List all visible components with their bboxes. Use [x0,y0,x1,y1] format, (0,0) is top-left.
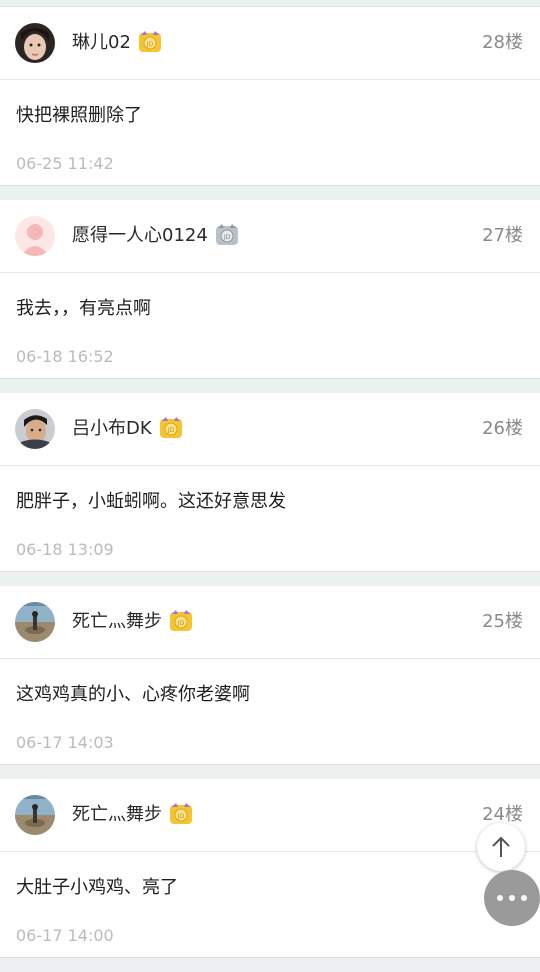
comment-text: 大肚子小鸡鸡、亮了 [16,877,178,898]
comment-time: 06-18 13:09 [16,540,114,559]
badge-label: JD [223,234,231,241]
user-avatar[interactable] [15,795,55,835]
arrow-up-icon [492,836,510,857]
level-badge-icon: JD [159,416,183,439]
username-text: 愿得一人心0124 [72,225,208,246]
username[interactable]: 琳儿02 JD [72,30,162,55]
level-badge-icon: JD [169,609,193,632]
username-text: 琳儿02 [72,32,131,53]
floor-number: 25楼 [482,611,523,632]
comment-header: 琳儿02 JD 28楼 [0,7,540,80]
user-avatar[interactable] [15,602,55,642]
comment-item[interactable]: 吕小布DK JD 26楼 肥胖子，小蚯蚓啊。这还好意思发 06-18 13:09 [0,393,540,572]
badge-label: JD [146,41,154,48]
comment-header: 死亡灬舞步 JD 24楼 [0,779,540,852]
comment-item[interactable]: 琳儿02 JD 28楼 快把裸照删除了 06-25 11:42 [0,7,540,186]
top-divider [0,0,540,7]
floor-number: 27楼 [482,225,523,246]
comment-item[interactable]: 愿得一人心0124 JD 27楼 我去，，有亮点啊 06-18 16:52 [0,200,540,379]
username-text: 吕小布DK [72,418,152,439]
comment-text: 我去，，有亮点啊 [16,298,151,319]
comment-item[interactable]: 死亡灬舞步 JD 25楼 这鸡鸡真的小、心疼你老婆啊 06-17 14:03 [0,586,540,765]
more-dots-icon [497,895,527,901]
scroll-to-top-button[interactable] [477,823,525,871]
floor-number: 28楼 [482,32,523,53]
floor-number: 26楼 [482,418,523,439]
level-badge-icon: JD [138,30,162,53]
comment-feed: 琳儿02 JD 28楼 快把裸照删除了 06-25 11:42 愿得一人心012… [0,0,540,972]
more-options-button[interactable] [484,870,540,926]
username-text: 死亡灬舞步 [72,804,162,825]
badge-label: JD [177,620,185,627]
comment-text: 肥胖子，小蚯蚓啊。这还好意思发 [16,491,286,512]
comment-text: 快把裸照删除了 [16,105,142,126]
badge-label: JD [166,427,174,434]
username[interactable]: 死亡灬舞步 JD [72,609,193,634]
username[interactable]: 愿得一人心0124 JD [72,223,239,248]
user-avatar[interactable] [15,409,55,449]
badge-label: JD [177,813,185,820]
comment-time: 06-17 14:00 [16,926,114,945]
comment-time: 06-17 14:03 [16,733,114,752]
username[interactable]: 吕小布DK JD [72,416,183,441]
comment-header: 死亡灬舞步 JD 25楼 [0,586,540,659]
username-text: 死亡灬舞步 [72,611,162,632]
level-badge-icon: JD [169,802,193,825]
username[interactable]: 死亡灬舞步 JD [72,802,193,827]
level-badge-icon: JD [215,223,239,246]
comment-time: 06-25 11:42 [16,154,114,173]
comment-text: 这鸡鸡真的小、心疼你老婆啊 [16,684,250,705]
comment-item[interactable]: 死亡灬舞步 JD 24楼 大肚子小鸡鸡、亮了 06-17 14:00 [0,779,540,958]
comment-header: 愿得一人心0124 JD 27楼 [0,200,540,273]
comment-header: 吕小布DK JD 26楼 [0,393,540,466]
user-avatar[interactable] [15,23,55,63]
default-avatar-icon[interactable] [15,216,55,256]
comment-time: 06-18 16:52 [16,347,114,366]
